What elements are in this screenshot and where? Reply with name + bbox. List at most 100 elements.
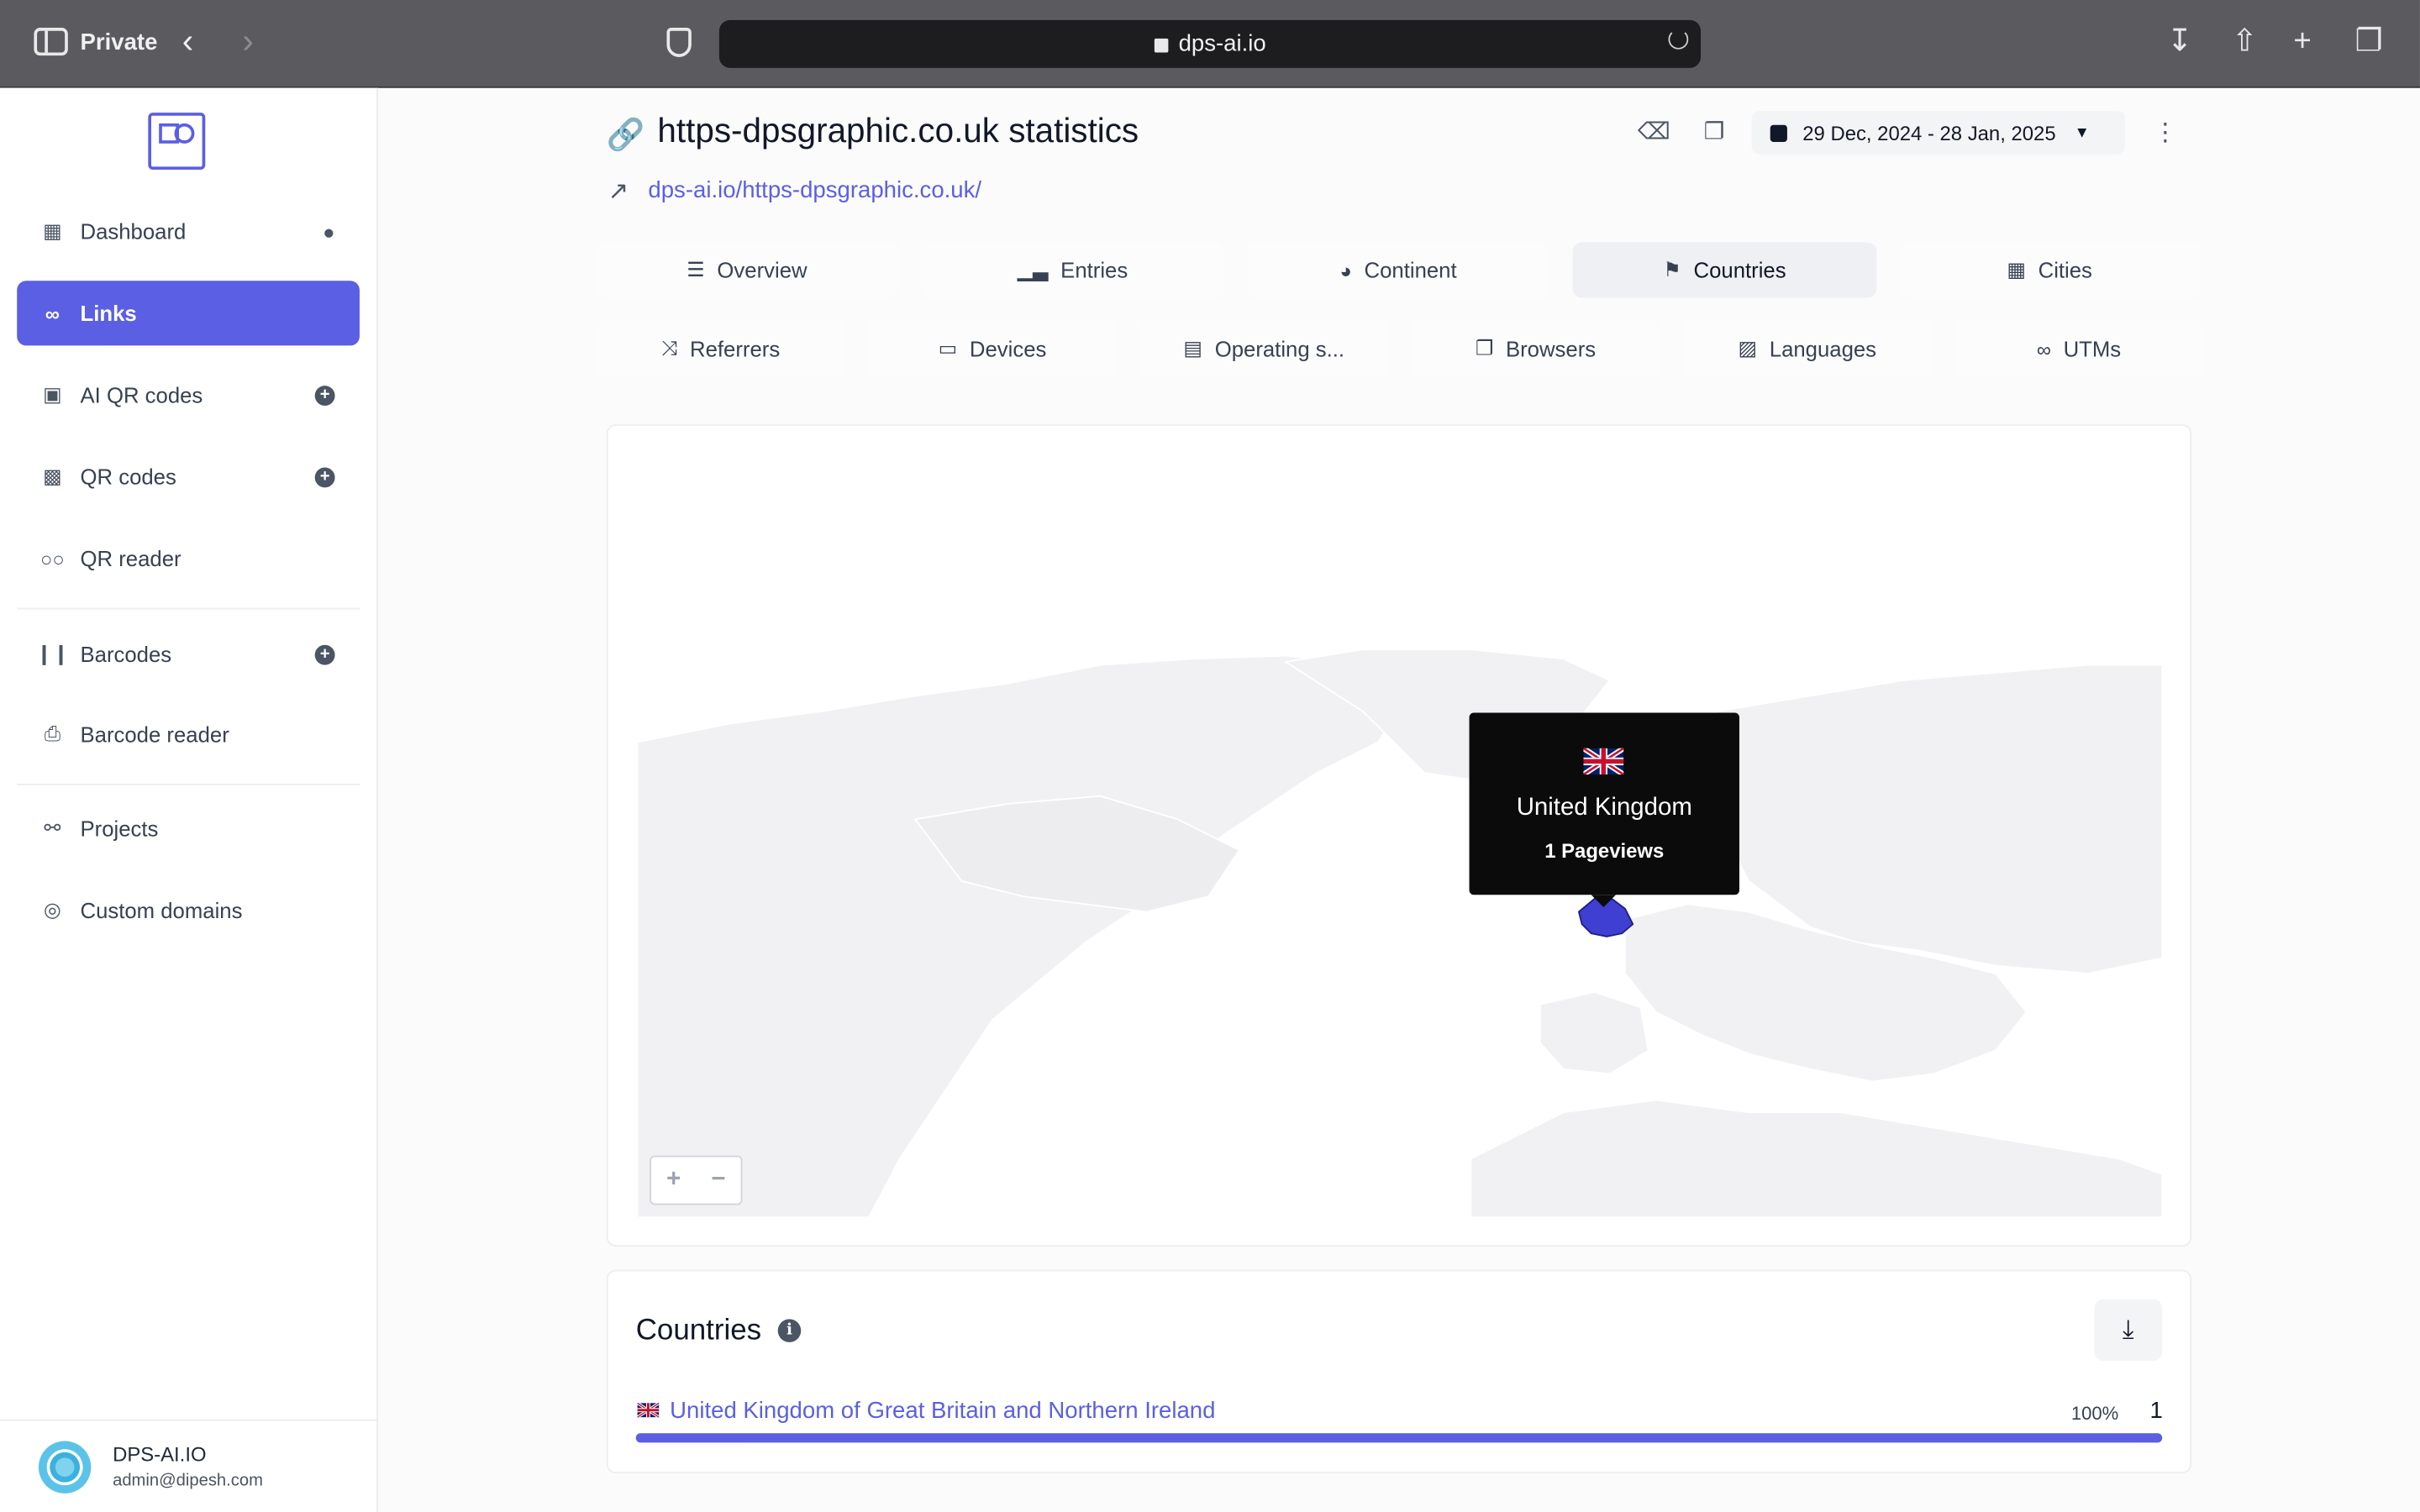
tab-devices[interactable]: ▭ Devices [867,321,1118,377]
bell-icon[interactable]: ● [323,220,334,244]
map-land-iberia [1539,991,1649,1075]
privacy-shield-icon[interactable] [666,28,692,57]
map-land-north-america [637,654,1411,1218]
zoom-out-icon[interactable]: − [696,1158,740,1204]
map-tooltip: United Kingdom 1 Pageviews [1469,712,1739,907]
date-range-text: 29 Dec, 2024 - 28 Jan, 2025 [1802,121,2056,144]
new-tab-plus-icon[interactable]: + [2293,26,2311,57]
browser-toolbar: Private ‹ › dps-ai.io ↧ ⇧ + ❐ [0,0,2420,88]
tab-countries[interactable]: ⚑ Countries [1572,242,1877,298]
chart-bar-icon: ▁▃ [1017,257,1049,281]
tab-continent[interactable]: ◕ Continent [1247,242,1550,298]
link-icon: 🔗 [606,118,645,153]
tab-browsers[interactable]: ❐ Browsers [1410,321,1661,377]
sidebar-item-label: Projects [80,816,159,842]
tab-label: Referrers [690,336,781,361]
user-email: admin@dipesh.com [113,1472,263,1491]
uk-flag-icon [637,1402,660,1418]
tab-entries[interactable]: ▁▃ Entries [921,242,1224,298]
address-bar[interactable]: dps-ai.io [718,19,1702,68]
sidebar-divider [17,607,360,610]
barcode-icon: ❙❙ [35,642,70,665]
eraser-icon[interactable]: ⌫ [1638,118,1670,144]
robot-icon: ▣ [43,382,62,407]
country-progress-track [635,1433,2163,1443]
zoom-in-icon[interactable]: + [651,1158,696,1204]
sidebar-item-links[interactable]: ∞ Links [17,281,360,346]
sidebar-item-qr-reader[interactable]: ○○ QR reader [17,526,360,591]
sidebar-item-projects[interactable]: ⚯ Projects [17,796,360,861]
app-logo[interactable] [148,113,206,171]
calendar-icon [1770,123,1787,142]
tab-operating-systems[interactable]: ▤ Operating s... [1139,321,1390,377]
info-icon[interactable]: i [777,1319,802,1342]
share-icon[interactable]: ⇧ [2232,26,2258,57]
language-icon: ▨ [1738,336,1758,360]
forward-chevron-icon[interactable]: › [242,22,253,62]
add-ai-qr-code-icon[interactable]: + [314,385,335,406]
sidebar-toggle-icon[interactable] [34,28,68,56]
user-profile[interactable]: DPS-AI.IO admin@dipesh.com [0,1419,378,1512]
glasses-icon: ○○ [40,547,65,570]
list-icon: ☰ [687,257,705,281]
country-percent: 100% [2070,1402,2119,1425]
link-icon: ∞ [2036,337,2051,360]
random-icon: ⤨ [661,336,678,360]
link-icon: ∞ [45,302,60,325]
sidebar-item-barcodes[interactable]: ❙❙ Barcodes + [17,622,360,686]
back-chevron-icon[interactable]: ‹ [182,22,193,62]
address-text: dps-ai.io [1178,30,1266,57]
qrcode-icon: ▩ [43,464,62,488]
tab-cities[interactable]: ▦ Cities [1898,242,2202,298]
sidebar-item-dashboard[interactable]: ▦ Dashboard ● [17,199,360,264]
reload-icon[interactable] [1668,29,1689,50]
tab-referrers[interactable]: ⤨ Referrers [595,321,846,377]
download-button[interactable]: ⤓ [2094,1299,2163,1361]
map-card: + − United Kingdom 1 Pageviews [606,424,2192,1247]
map-land-africa [1470,1099,2163,1218]
short-link[interactable]: dps-ai.io/https-dpsgraphic.co.uk/ [648,177,981,203]
tab-label: Cities [2038,257,2092,283]
tab-utms[interactable]: ∞ UTMs [1954,321,2204,377]
uk-flag-icon [1583,748,1624,775]
sidebar-item-label: Custom domains [80,897,243,923]
add-qr-code-icon[interactable]: + [314,466,335,487]
table-icon: ▦ [43,218,62,243]
page-title: https-dpsgraphic.co.uk statistics [657,111,1139,150]
tooltip-country: United Kingdom [1516,794,1692,822]
sidebar-item-label: Links [80,301,137,326]
sidebar-item-ai-qr-codes[interactable]: ▣ AI QR codes + [17,363,360,428]
sidebar-item-label: QR codes [80,464,176,490]
tab-label: Operating s... [1214,336,1345,361]
add-barcode-icon[interactable]: + [314,643,335,664]
tab-label: UTMs [2063,336,2122,361]
avatar [38,1441,92,1494]
sidebar-item-barcode-reader[interactable]: ⎙ Barcode reader [17,702,360,767]
country-count: 1 [2149,1398,2163,1425]
country-progress-fill [635,1433,2163,1443]
sidebar-divider [17,784,360,785]
world-map[interactable] [637,649,2163,1218]
sidebar-item-label: QR reader [80,546,182,571]
caret-down-icon: ▼ [2074,123,2090,142]
sidebar-item-custom-domains[interactable]: ◎ Custom domains [17,878,360,942]
countries-card: Countries i ⤓ United Kingdom of Great Br… [606,1269,2192,1474]
copy-icon[interactable]: ❐ [1704,118,1725,144]
sidebar-item-qr-codes[interactable]: ▩ QR codes + [17,444,360,509]
download-icon[interactable]: ↧ [2167,26,2193,57]
more-options-icon[interactable]: ⋮ [2153,118,2177,149]
tab-overview[interactable]: ☰ Overview [595,242,898,298]
date-range-picker[interactable]: 29 Dec, 2024 - 28 Jan, 2025 ▼ [1751,111,2126,155]
tab-label: Entries [1060,257,1128,283]
countries-title: Countries [635,1314,762,1347]
project-diagram-icon: ⚯ [44,816,61,840]
country-name-link[interactable]: United Kingdom of Great Britain and Nort… [670,1398,1215,1424]
tab-label: Devices [969,336,1047,361]
tab-languages[interactable]: ▨ Languages [1682,321,1933,377]
tab-overview-icon[interactable]: ❐ [2355,26,2383,57]
sidebar: ▦ Dashboard ● ∞ Links ▣ AI QR codes + ▩ … [0,87,378,1512]
sidebar-item-label: Dashboard [80,218,187,244]
user-name: DPS-AI.IO [113,1442,207,1466]
flag-icon: ⚑ [1663,257,1681,281]
city-icon: ▦ [2007,257,2026,281]
